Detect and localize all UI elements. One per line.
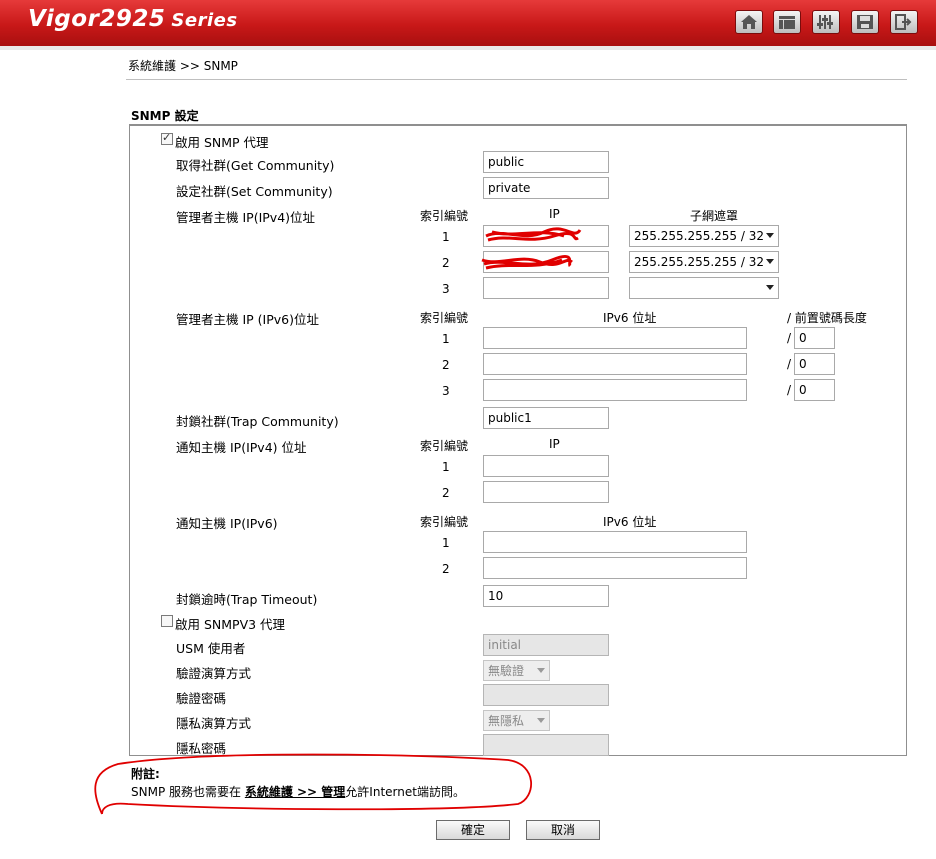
trap-timeout-input[interactable]: 10 <box>483 585 609 607</box>
manager-ipv6-prefix-1[interactable]: 0 <box>794 327 835 349</box>
notify-ipv6-ip-1[interactable] <box>483 531 747 553</box>
manager-ipv6-prefix-2[interactable]: 0 <box>794 353 835 375</box>
cancel-button[interactable]: 取消 <box>526 820 600 840</box>
logout-icon[interactable] <box>890 10 918 34</box>
manager-ipv4-mask-2-value: 255.255.255.255 / 32 <box>634 255 765 269</box>
notify-ipv4-label: 通知主機 IP(IPv4) 位址 <box>176 440 307 455</box>
chevron-down-icon <box>766 285 774 290</box>
usm-user-input[interactable]: initial <box>483 634 609 656</box>
set-community-label: 設定社群(Set Community) <box>176 184 333 199</box>
enable-snmpv3-label: 啟用 SNMPV3 代理 <box>175 617 286 632</box>
manager-ipv6-ip-2[interactable] <box>483 353 747 375</box>
manager-ipv4-index-header: 索引編號 <box>420 209 469 223</box>
manager-ipv4-label: 管理者主機 IP(IPv4)位址 <box>176 210 316 225</box>
manager-ipv4-mask-header: 子網遮罩 <box>690 209 739 223</box>
manager-ipv4-ip-3[interactable] <box>483 277 609 299</box>
ok-button[interactable]: 確定 <box>436 820 510 840</box>
manager-ipv6-index-2: 2 <box>442 358 450 372</box>
notify-ipv4-index-2: 2 <box>442 486 450 500</box>
manager-ipv6-ip-header: IPv6 位址 <box>603 311 657 325</box>
notify-ipv4-ip-1[interactable] <box>483 455 609 477</box>
manager-ipv6-index-1: 1 <box>442 332 450 346</box>
trap-community-label: 封鎖社群(Trap Community) <box>176 414 339 429</box>
notify-ipv4-index-1: 1 <box>442 460 450 474</box>
settings-icon[interactable] <box>812 10 840 34</box>
notify-ipv6-label: 通知主機 IP(IPv6) <box>176 516 278 531</box>
manager-ipv6-slash-3: / <box>787 383 792 397</box>
enable-snmp-agent-label: 啟用 SNMP 代理 <box>175 135 269 150</box>
manager-ipv4-mask-2[interactable]: 255.255.255.255 / 32 <box>629 251 779 273</box>
privacy-algo-value: 無隱私 <box>488 714 525 728</box>
usm-user-label: USM 使用者 <box>176 641 246 656</box>
notify-ipv6-ip-2[interactable] <box>483 557 747 579</box>
chevron-down-icon <box>766 259 774 264</box>
manager-ipv6-ip-3[interactable] <box>483 379 747 401</box>
notify-ipv6-index-header: 索引編號 <box>420 515 469 529</box>
vigor-logo: Vigor2925 Series <box>28 6 238 32</box>
set-community-input[interactable]: private <box>483 177 609 199</box>
breadcrumb: 系統維護 >> SNMP <box>128 59 238 73</box>
chevron-down-icon <box>537 718 545 723</box>
notify-ipv6-ip-header: IPv6 位址 <box>603 515 657 529</box>
manager-ipv6-label: 管理者主機 IP (IPv6)位址 <box>176 312 319 327</box>
redaction-scribble-1 <box>485 227 582 242</box>
manager-ipv4-ip-header: IP <box>549 207 560 221</box>
chevron-down-icon <box>537 668 545 673</box>
privacy-algo-select[interactable]: 無隱私 <box>483 710 550 731</box>
save-icon[interactable] <box>851 10 879 34</box>
manager-ipv6-index-3: 3 <box>442 384 450 398</box>
trap-community-input[interactable]: public1 <box>483 407 609 429</box>
breadcrumb-divider <box>126 79 907 80</box>
manager-ipv6-prefix-header: / 前置號碼長度 <box>787 311 867 325</box>
notify-ipv6-index-2: 2 <box>442 562 450 576</box>
logo-series: Series <box>171 10 238 31</box>
manager-ipv6-prefix-3[interactable]: 0 <box>794 379 835 401</box>
manager-ipv6-index-header: 索引編號 <box>420 311 469 325</box>
manager-ipv4-index-2: 2 <box>442 256 450 270</box>
quick-start-icon[interactable] <box>773 10 801 34</box>
chevron-down-icon <box>766 233 774 238</box>
get-community-label: 取得社群(Get Community) <box>176 158 335 173</box>
manager-ipv4-mask-3[interactable] <box>629 277 779 299</box>
auth-password-input[interactable] <box>483 684 609 706</box>
notify-ipv4-ip-header: IP <box>549 437 560 451</box>
enable-snmp-agent-checkbox[interactable] <box>161 131 173 145</box>
home-icon[interactable] <box>735 10 763 34</box>
manager-ipv4-mask-1[interactable]: 255.255.255.255 / 32 <box>629 225 779 247</box>
enable-snmpv3-checkbox[interactable] <box>161 615 173 627</box>
annotation-circle <box>94 753 532 815</box>
auth-algo-value: 無驗證 <box>488 664 525 678</box>
notify-ipv4-index-header: 索引編號 <box>420 439 469 453</box>
privacy-algo-label: 隱私演算方式 <box>176 716 252 731</box>
auth-algo-select[interactable]: 無驗證 <box>483 660 550 681</box>
manager-ipv4-mask-1-value: 255.255.255.255 / 32 <box>634 229 765 243</box>
manager-ipv4-index-1: 1 <box>442 230 450 244</box>
manager-ipv4-index-3: 3 <box>442 282 450 296</box>
auth-algo-label: 驗證演算方式 <box>176 666 252 681</box>
manager-ipv6-slash-2: / <box>787 357 792 371</box>
manager-ipv6-slash-1: / <box>787 331 792 345</box>
manager-ipv6-ip-1[interactable] <box>483 327 747 349</box>
page-title: SNMP 設定 <box>131 109 199 123</box>
header-bar: Vigor2925 Series <box>0 0 936 50</box>
trap-timeout-label: 封鎖逾時(Trap Timeout) <box>176 592 318 607</box>
auth-password-label: 驗證密碼 <box>176 691 227 706</box>
notify-ipv4-ip-2[interactable] <box>483 481 609 503</box>
notify-ipv6-index-1: 1 <box>442 536 450 550</box>
get-community-input[interactable]: public <box>483 151 609 173</box>
redaction-scribble-2 <box>481 254 573 270</box>
logo-main: Vigor2925 <box>28 6 166 32</box>
